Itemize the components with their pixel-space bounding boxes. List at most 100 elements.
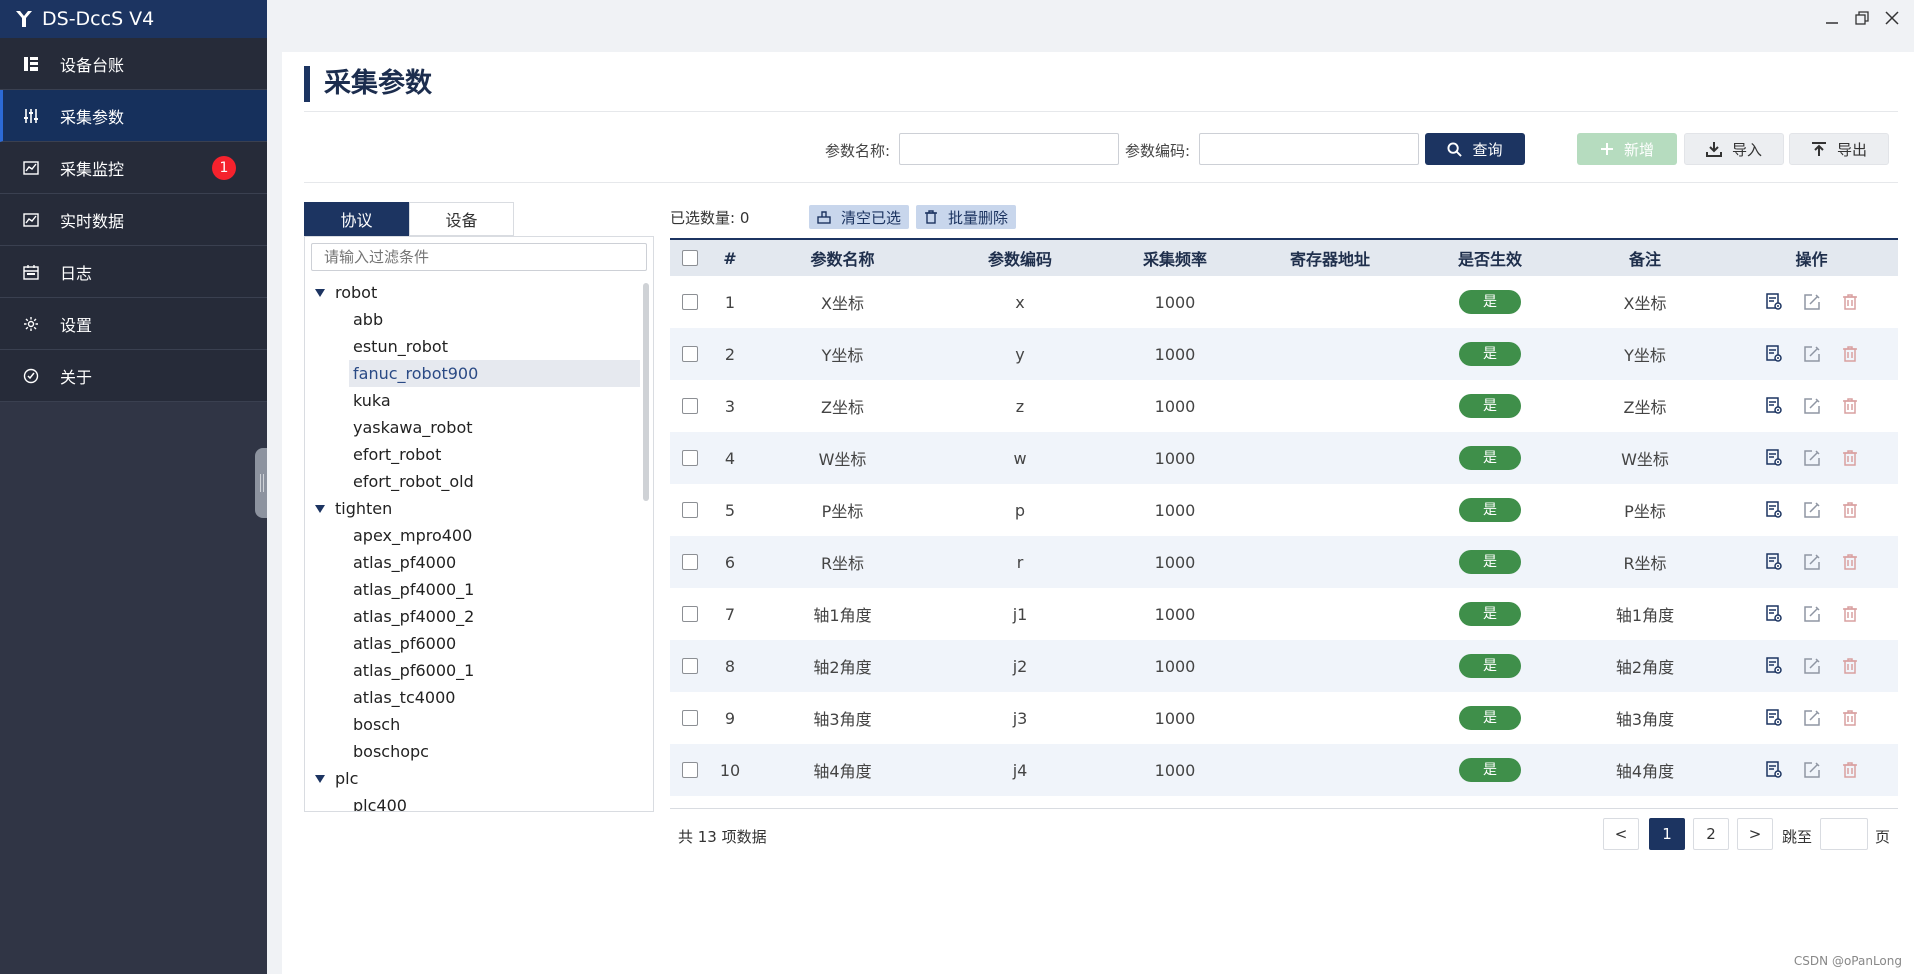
edit-icon[interactable] (1802, 760, 1822, 780)
clear-selection-button[interactable]: 清空已选 (809, 205, 910, 229)
tree-node[interactable]: apex_mpro400 (305, 522, 640, 549)
tree-node[interactable]: efort_robot_old (305, 468, 640, 495)
edit-icon[interactable] (1802, 344, 1822, 364)
view-detail-icon[interactable] (1764, 604, 1784, 624)
query-button[interactable]: 查询 (1425, 133, 1525, 165)
row-checkbox[interactable] (682, 502, 698, 518)
view-detail-icon[interactable] (1764, 396, 1784, 416)
caret-down-icon[interactable] (315, 504, 325, 513)
row-checkbox[interactable] (682, 710, 698, 726)
tree-node[interactable]: kuka (305, 387, 640, 414)
edit-icon[interactable] (1802, 656, 1822, 676)
edit-icon[interactable] (1802, 708, 1822, 728)
param-name-input[interactable] (899, 133, 1119, 165)
prev-page-button[interactable]: < (1603, 818, 1639, 850)
tree-node[interactable]: estun_robot (305, 333, 640, 360)
view-detail-icon[interactable] (1764, 500, 1784, 520)
tree-node[interactable]: bosch (305, 711, 640, 738)
trash-icon (925, 210, 937, 224)
tree-node[interactable]: yaskawa_robot (305, 414, 640, 441)
tree-filter-input[interactable] (311, 243, 647, 271)
select-all-checkbox[interactable] (682, 250, 698, 266)
view-detail-icon[interactable] (1764, 656, 1784, 676)
page-button-1[interactable]: 1 (1649, 818, 1685, 850)
row-checkbox[interactable] (682, 346, 698, 362)
page-button-2[interactable]: 2 (1693, 818, 1729, 850)
tree-node[interactable]: atlas_pf6000_1 (305, 657, 640, 684)
view-detail-icon[interactable] (1764, 760, 1784, 780)
batch-delete-button[interactable]: 批量删除 (916, 205, 1017, 229)
close-icon[interactable] (1882, 8, 1902, 28)
add-button[interactable]: 新增 (1577, 133, 1677, 165)
row-checkbox[interactable] (682, 606, 698, 622)
table-row: 3 Z坐标 z 1000 是 Z坐标 (670, 380, 1898, 432)
export-button-label: 导出 (1836, 140, 1867, 159)
caret-down-icon[interactable] (315, 288, 325, 297)
sidebar-item-2[interactable]: 采集参数 (0, 90, 267, 142)
next-page-button[interactable]: > (1737, 818, 1773, 850)
sidebar-collapse-handle[interactable] (255, 448, 267, 518)
tree-node[interactable]: efort_robot (305, 441, 640, 468)
sidebar-item-6[interactable]: 设置 (0, 298, 267, 350)
delete-icon[interactable] (1840, 708, 1860, 728)
row-checkbox[interactable] (682, 658, 698, 674)
edit-icon[interactable] (1802, 604, 1822, 624)
tab-device[interactable]: 设备 (409, 202, 514, 236)
tree-group-label: robot (335, 283, 378, 302)
cell-index: 10 (719, 760, 741, 780)
tree-node[interactable]: abb (305, 306, 640, 333)
view-detail-icon[interactable] (1764, 448, 1784, 468)
row-checkbox[interactable] (682, 762, 698, 778)
delete-icon[interactable] (1840, 396, 1860, 416)
tree-node[interactable]: atlas_pf6000 (305, 630, 640, 657)
tree-group[interactable]: plc (305, 765, 640, 792)
tree-node[interactable]: atlas_pf4000_1 (305, 576, 640, 603)
restore-icon[interactable] (1852, 8, 1872, 28)
delete-icon[interactable] (1840, 760, 1860, 780)
cell-param-code: j2 (1012, 656, 1028, 676)
row-checkbox[interactable] (682, 398, 698, 414)
view-detail-icon[interactable] (1764, 292, 1784, 312)
caret-down-icon[interactable] (315, 774, 325, 783)
view-detail-icon[interactable] (1764, 708, 1784, 728)
param-code-input[interactable] (1199, 133, 1419, 165)
import-button[interactable]: 导入 (1684, 133, 1784, 165)
delete-icon[interactable] (1840, 292, 1860, 312)
delete-icon[interactable] (1840, 656, 1860, 676)
tree-group[interactable]: robot (305, 279, 640, 306)
row-checkbox[interactable] (682, 554, 698, 570)
delete-icon[interactable] (1840, 448, 1860, 468)
tree-node[interactable]: plc400 (305, 792, 640, 811)
edit-icon[interactable] (1802, 500, 1822, 520)
sidebar-item-4[interactable]: 实时数据 (0, 194, 267, 246)
export-button[interactable]: 导出 (1789, 133, 1889, 165)
row-checkbox[interactable] (682, 294, 698, 310)
tree-node[interactable]: atlas_pf4000_2 (305, 603, 640, 630)
tab-protocol[interactable]: 协议 (304, 202, 409, 236)
tree-node[interactable]: atlas_tc4000 (305, 684, 640, 711)
row-select-cell (670, 398, 710, 414)
tree-scrollbar[interactable] (643, 283, 649, 501)
edit-icon[interactable] (1802, 396, 1822, 416)
sidebar-item-5[interactable]: 日志 (0, 246, 267, 298)
view-detail-icon[interactable] (1764, 344, 1784, 364)
view-detail-icon[interactable] (1764, 552, 1784, 572)
edit-icon[interactable] (1802, 292, 1822, 312)
edit-icon[interactable] (1802, 552, 1822, 572)
sidebar-item-3[interactable]: 采集监控 1 (0, 142, 267, 194)
minimize-icon[interactable] (1822, 8, 1842, 28)
tree-node[interactable]: boschopc (305, 738, 640, 765)
delete-icon[interactable] (1840, 604, 1860, 624)
row-checkbox[interactable] (682, 450, 698, 466)
tree-node[interactable]: atlas_pf4000 (305, 549, 640, 576)
sidebar-item-7[interactable]: 关于 (0, 350, 267, 402)
sidebar-item-label: 采集监控 (60, 159, 125, 179)
tree-node[interactable]: fanuc_robot900 (349, 360, 640, 387)
edit-icon[interactable] (1802, 448, 1822, 468)
delete-icon[interactable] (1840, 500, 1860, 520)
sidebar-item-1[interactable]: 设备台账 (0, 38, 267, 90)
jump-page-input[interactable] (1820, 818, 1868, 850)
delete-icon[interactable] (1840, 344, 1860, 364)
tree-group[interactable]: tighten (305, 495, 640, 522)
delete-icon[interactable] (1840, 552, 1860, 572)
